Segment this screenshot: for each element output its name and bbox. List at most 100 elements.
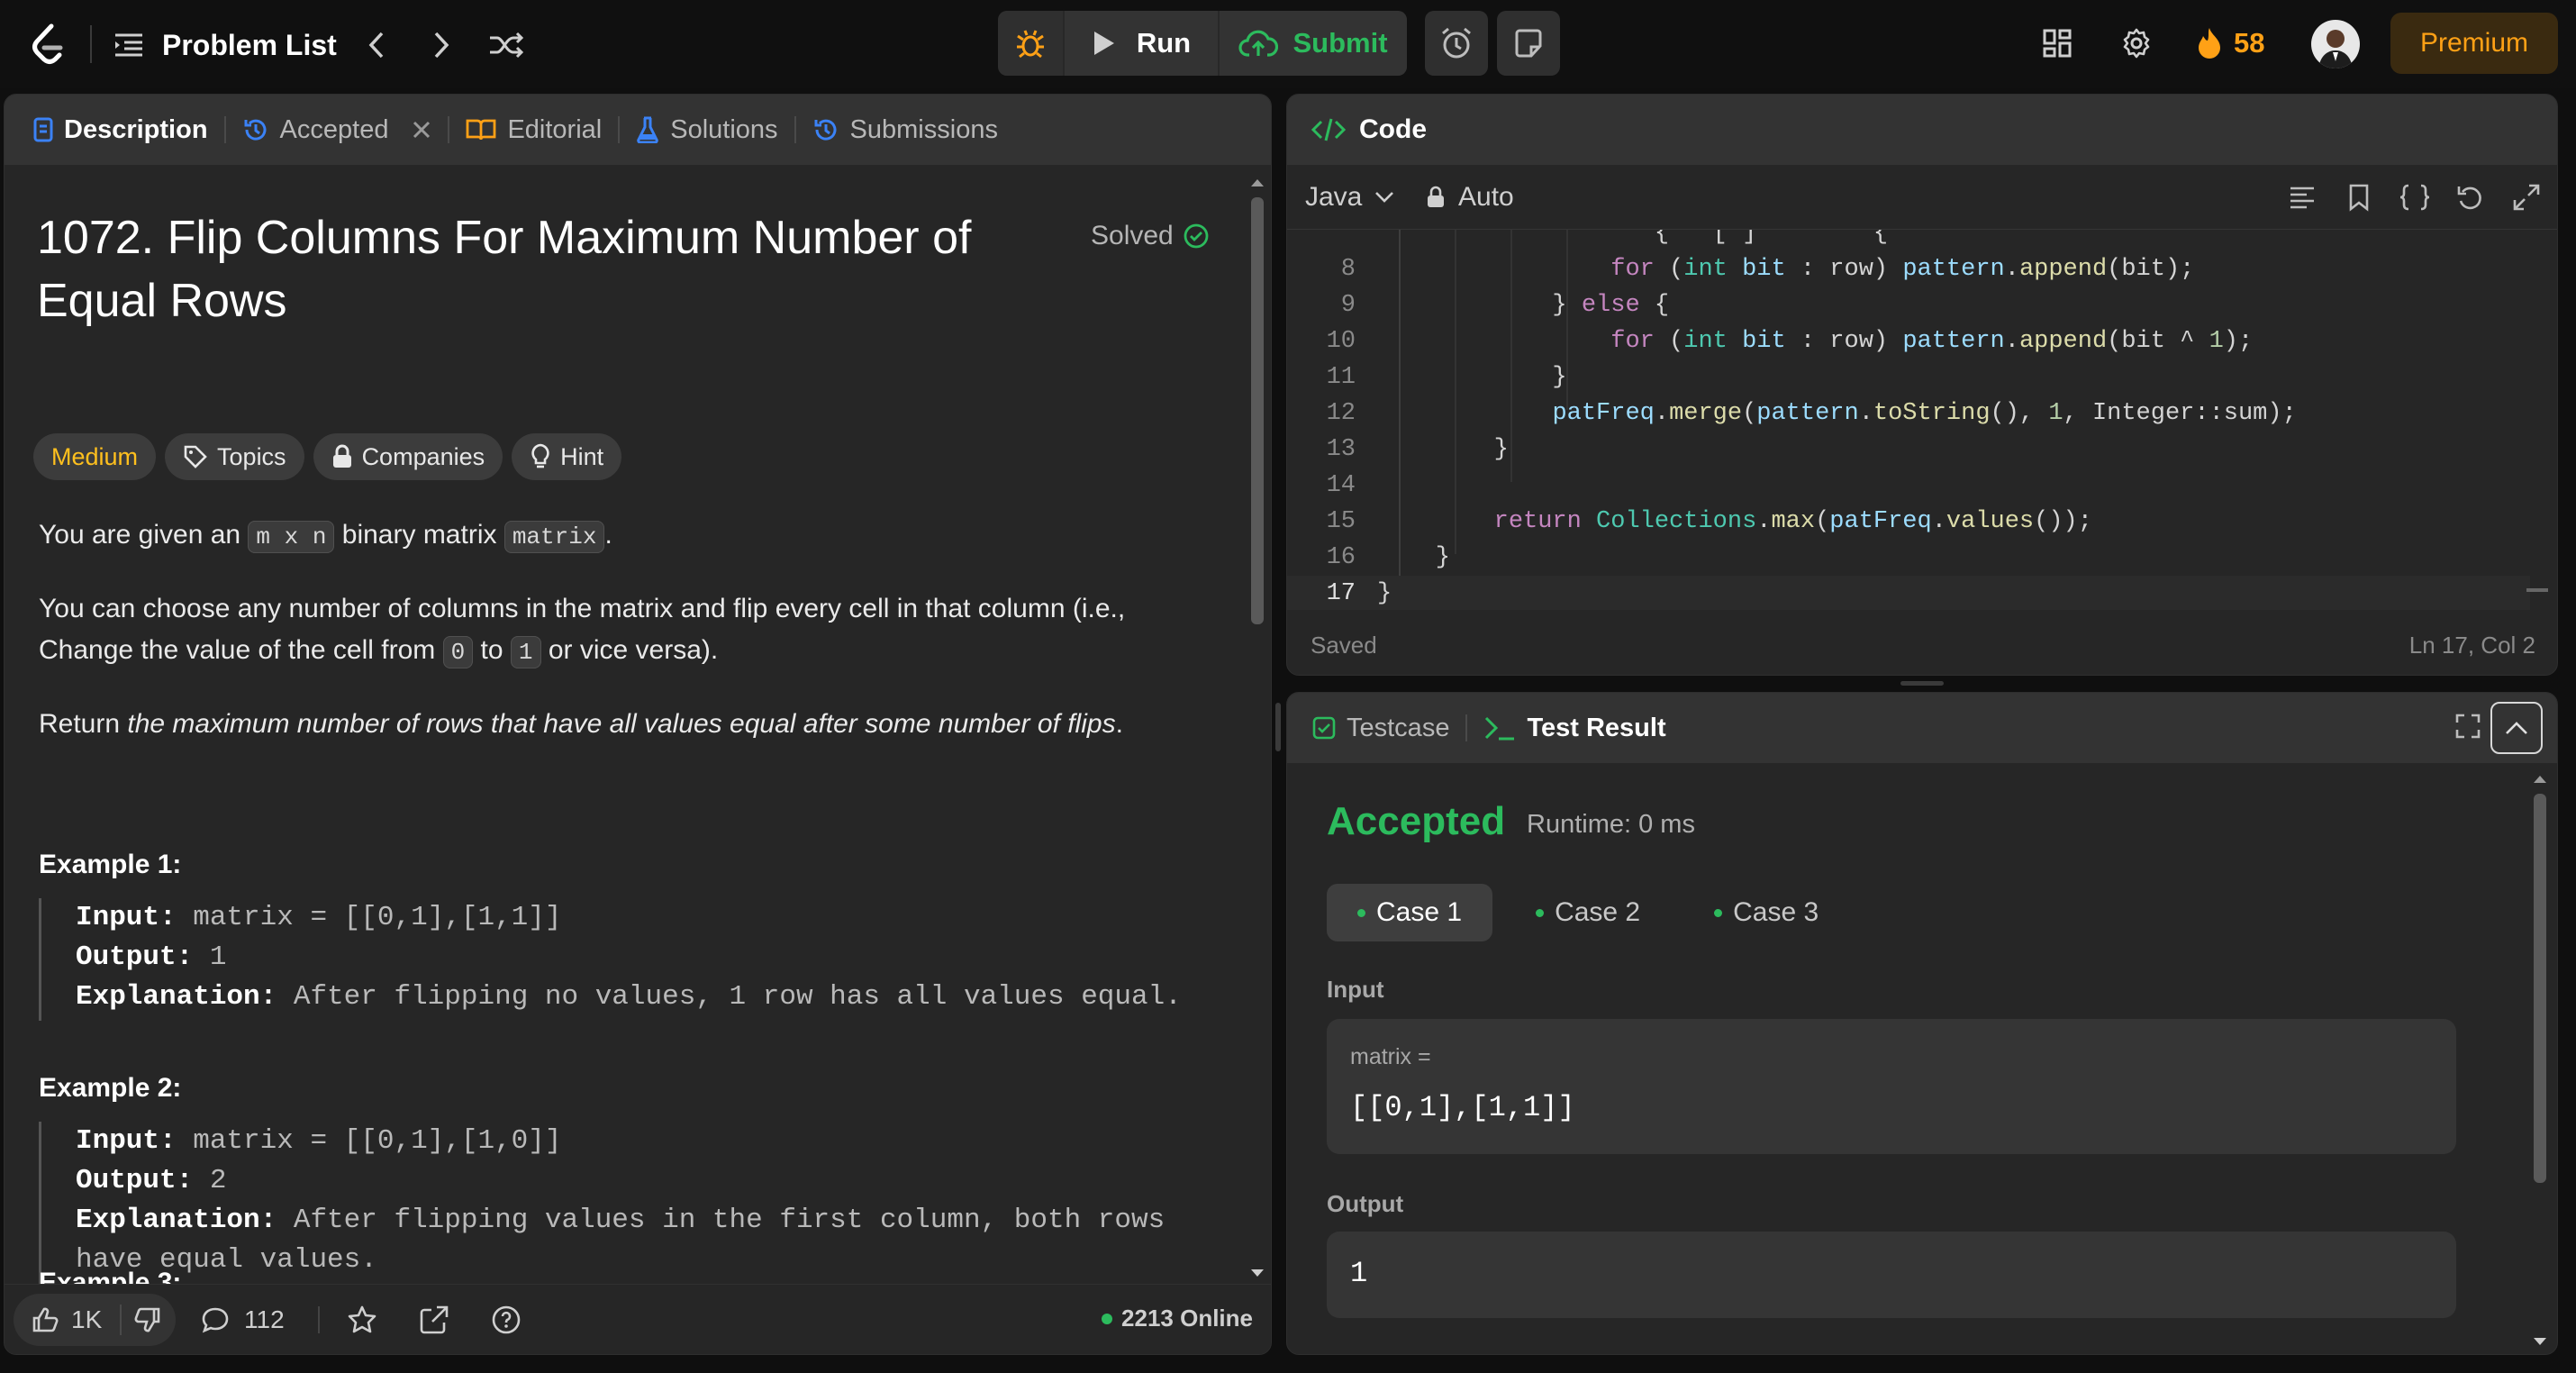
collapse-button[interactable] (2490, 702, 2543, 754)
dislike-button[interactable] (122, 1294, 174, 1346)
share-button[interactable] (419, 1305, 449, 1335)
description-paragraph-2: You can choose any number of columns in … (39, 588, 1210, 673)
history-icon (242, 116, 269, 143)
problem-title-line1: 1072. Flip Columns For Maximum Number of (37, 212, 972, 264)
result-scrollbar[interactable] (2526, 763, 2553, 1354)
streak-counter[interactable]: 58 (2196, 23, 2264, 63)
leetcode-logo-icon[interactable] (25, 22, 70, 67)
checkbox-icon (1312, 716, 1336, 740)
format-button[interactable] (2289, 185, 2316, 210)
line-number: 14 (1326, 472, 1356, 499)
case-tabs: Case 1 Case 2 Case 3 (1327, 884, 1849, 941)
case-tab-2[interactable]: Case 2 (1505, 884, 1671, 941)
maximize-icon (2454, 713, 2481, 740)
curly-braces-icon (2399, 183, 2431, 212)
alarm-clock-icon (1439, 26, 1474, 60)
next-problem-button[interactable] (423, 27, 459, 63)
chevron-right-icon (432, 31, 450, 59)
tab-solutions[interactable]: Solutions (620, 115, 794, 145)
comments-button[interactable]: 112 (201, 1294, 285, 1346)
lock-icon (1426, 186, 1446, 209)
problem-list-button[interactable]: Problem List (113, 27, 337, 63)
test-result-panel: Testcase Test Result Accepted Runtime: 0… (1286, 692, 2558, 1355)
result-status: Accepted (1327, 799, 1506, 843)
code-editor[interactable]: { [ ] { 8 for (int bit : row) pattern. ap… (1287, 230, 2557, 610)
lightbulb-icon (530, 443, 551, 470)
solved-label: Solved (1091, 221, 1174, 250)
case-tab-1[interactable]: Case 1 (1327, 884, 1493, 941)
history-icon (812, 116, 839, 143)
example-3-heading: Example 3: (39, 1268, 182, 1286)
tab-editorial[interactable]: Editorial (449, 115, 618, 145)
hint-chip[interactable]: Hint (512, 433, 622, 480)
code-brackets-icon (1311, 116, 1347, 143)
prev-problem-button[interactable] (358, 27, 395, 63)
description-scrollbar[interactable] (1244, 165, 1271, 1286)
language-select[interactable]: Java (1305, 177, 1394, 217)
run-label: Run (1136, 27, 1192, 59)
description-footer: 1K 112 2213 Online (5, 1284, 1271, 1354)
example-1-heading: Example 1: (39, 850, 182, 879)
problem-title-line2: Equal Rows (37, 275, 287, 327)
companies-chip[interactable]: Companies (313, 433, 503, 480)
settings-button[interactable] (2118, 25, 2154, 61)
reset-button[interactable] (2456, 183, 2485, 212)
tab-editorial-label: Editorial (507, 114, 603, 144)
problem-list-label: Problem List (162, 28, 337, 61)
user-avatar[interactable] (2311, 20, 2360, 68)
line-number: 16 (1326, 544, 1356, 571)
braces-button[interactable] (2399, 183, 2431, 212)
online-count: 2213 Online (1121, 1305, 1253, 1332)
tab-description[interactable]: Description (17, 115, 224, 145)
debug-button[interactable] (998, 11, 1063, 76)
document-icon (33, 117, 53, 142)
difficulty-label: Medium (51, 442, 139, 470)
topics-chip[interactable]: Topics (165, 433, 304, 480)
bookmark-button[interactable] (2348, 183, 2370, 212)
tab-submissions[interactable]: Submissions (796, 115, 1014, 145)
layout-button[interactable] (2039, 25, 2075, 61)
favorite-button[interactable] (347, 1305, 377, 1335)
notes-button[interactable] (1497, 11, 1560, 76)
vertical-splitter[interactable] (1275, 703, 1281, 751)
premium-button[interactable]: Premium (2390, 13, 2558, 74)
result-tabs: Testcase Test Result (1287, 693, 2557, 763)
line-number: 11 (1326, 364, 1356, 391)
description-tabs: Description Accepted Editorial Solutions… (5, 95, 1271, 165)
code-header: Code (1287, 95, 2557, 165)
flame-icon (2196, 26, 2223, 60)
book-icon (466, 118, 496, 141)
tab-solutions-label: Solutions (670, 114, 778, 144)
inline-code: 1 (510, 636, 541, 668)
auto-label: Auto (1458, 182, 1514, 212)
run-button[interactable]: Run (1065, 11, 1218, 76)
tab-testcase[interactable]: Testcase (1312, 714, 1465, 743)
language-label: Java (1305, 182, 1363, 212)
streak-count: 58 (2234, 27, 2265, 59)
close-icon[interactable] (412, 120, 431, 140)
code-title: Code (1359, 114, 1427, 144)
cursor-position: Ln 17, Col 2 (2408, 632, 2535, 659)
case-label: Case 3 (1733, 897, 1819, 927)
tab-test-result[interactable]: Test Result (1467, 714, 1682, 743)
feedback-button[interactable] (491, 1305, 522, 1335)
random-problem-button[interactable] (486, 27, 526, 63)
flask-icon (636, 116, 659, 143)
timer-button[interactable] (1425, 11, 1488, 76)
input-box: matrix = [[0,1],[1,1]] (1327, 1019, 2456, 1154)
output-box: 1 (1327, 1232, 2456, 1318)
tab-accepted-label: Accepted (279, 114, 389, 144)
maximize-button[interactable] (2454, 713, 2481, 740)
submit-button[interactable]: Submit (1220, 11, 1407, 76)
align-left-icon (2289, 185, 2316, 210)
line-number: 12 (1326, 400, 1356, 427)
case-tab-3[interactable]: Case 3 (1683, 884, 1849, 941)
like-button[interactable]: 1K (14, 1294, 120, 1346)
tab-accepted[interactable]: Accepted (226, 115, 449, 145)
expand-icon (2512, 183, 2541, 212)
terminal-icon (1483, 714, 1516, 741)
bug-icon (1014, 27, 1047, 59)
fullscreen-button[interactable] (2512, 183, 2541, 212)
auto-mode-toggle[interactable]: Auto (1426, 177, 1514, 217)
horizontal-splitter[interactable] (1900, 681, 1944, 686)
